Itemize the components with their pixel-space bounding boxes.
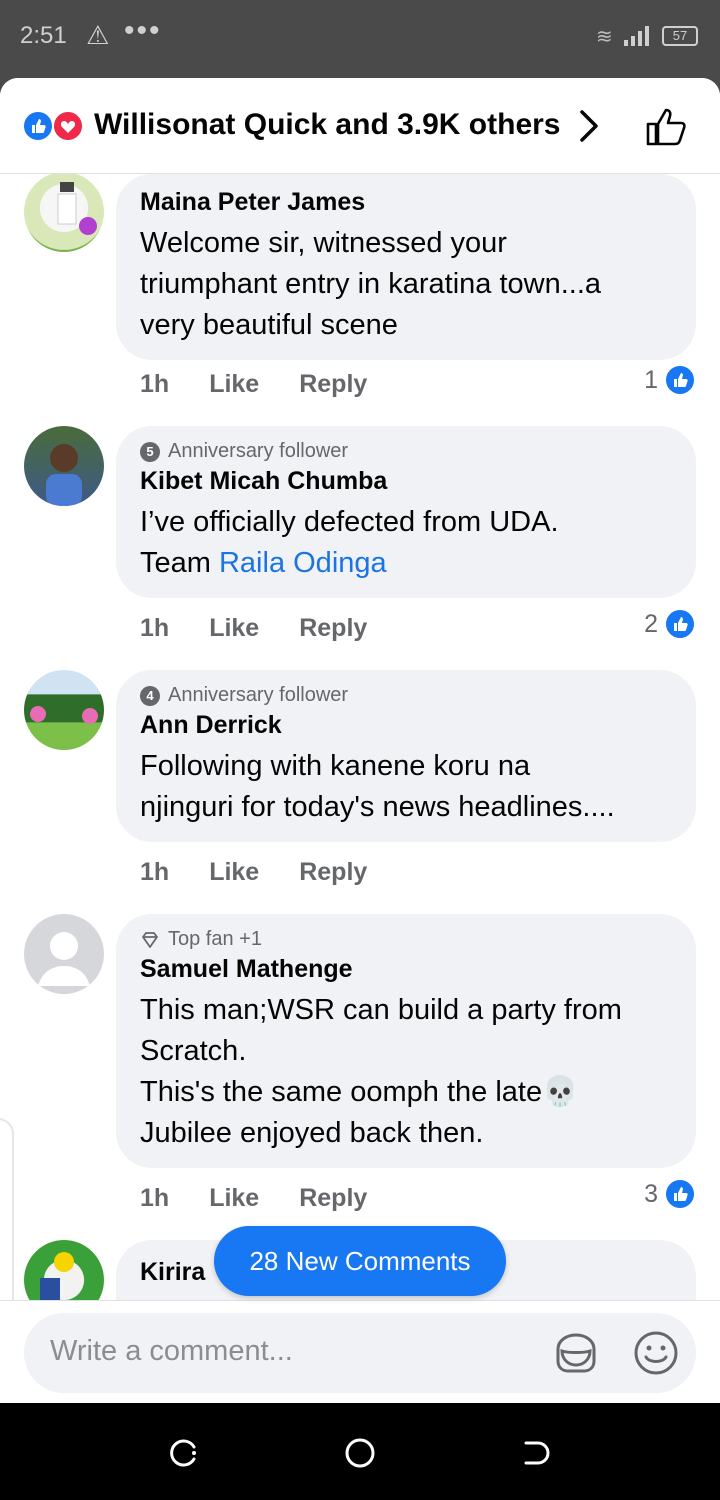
- comment-bubble[interactable]: 4 Anniversary follower Ann Derrick Follo…: [116, 670, 696, 842]
- comment-author[interactable]: Kibet Micah Chumba: [140, 467, 672, 496]
- reply-button[interactable]: Reply: [299, 858, 367, 887]
- comment-bubble[interactable]: 5 Anniversary follower Kibet Micah Chumb…: [116, 426, 696, 598]
- recent-apps-icon[interactable]: [168, 1437, 200, 1469]
- reply-button[interactable]: Reply: [299, 370, 367, 399]
- comment-text: Following with kanene koru na njinguri f…: [140, 750, 615, 823]
- avatar[interactable]: [24, 670, 104, 750]
- battery-icon: 57: [662, 26, 698, 46]
- comment-text: This man;WSR can build a party from Scra…: [140, 994, 622, 1149]
- comment-actions: 1h Like Reply: [140, 1184, 367, 1213]
- comment-likes[interactable]: 1: [644, 364, 696, 396]
- top-fan-badge: Top fan +1: [140, 928, 672, 951]
- comment-author[interactable]: Samuel Mathenge: [140, 955, 672, 984]
- diamond-icon: [142, 931, 158, 948]
- comments-sheet: Willisonat Quick and 3.9K others Maina P…: [0, 78, 720, 1403]
- reactions-header: Willisonat Quick and 3.9K others: [0, 78, 720, 174]
- comment-actions: 1h Like Reply: [140, 370, 367, 399]
- anniversary-badge-icon: 4: [140, 685, 160, 706]
- comment-bubble[interactable]: Top fan +1 Samuel Mathenge This man;WSR …: [116, 914, 696, 1168]
- like-count: 1: [644, 365, 658, 394]
- comment-text: I’ve officially defected from UDA. Team …: [140, 506, 559, 579]
- avatar[interactable]: [24, 426, 104, 506]
- like-reaction-icon: [664, 1178, 696, 1210]
- like-post-icon[interactable]: [644, 104, 690, 150]
- warning-icon: ⚠: [86, 20, 110, 50]
- comment-text: Welcome sir, witnessed your triumphant e…: [140, 227, 602, 341]
- like-count: 2: [644, 609, 658, 638]
- comment-actions: 1h Like Reply: [140, 614, 367, 643]
- like-reaction-icon: [664, 608, 696, 640]
- like-count: 3: [644, 1179, 658, 1208]
- comment-bubble[interactable]: Maina Peter James Welcome sir, witnessed…: [116, 174, 696, 360]
- love-reaction-icon: [52, 110, 84, 142]
- comment-likes[interactable]: 3: [644, 1178, 696, 1210]
- reply-button[interactable]: Reply: [299, 614, 367, 643]
- like-button[interactable]: Like: [209, 1184, 259, 1213]
- comment-time: 1h: [140, 370, 170, 398]
- anniversary-badge-icon: 5: [140, 441, 160, 462]
- comment-author[interactable]: Maina Peter James: [140, 188, 672, 217]
- status-time: 2:51: [20, 22, 67, 49]
- follower-badge: 4 Anniversary follower: [140, 684, 672, 707]
- comment-placeholder: Write a comment...: [50, 1335, 293, 1367]
- like-button[interactable]: Like: [209, 858, 259, 887]
- follower-badge: 5 Anniversary follower: [140, 440, 672, 463]
- status-bar: 2:51 ⚠ ••• ≋ 57: [0, 0, 720, 78]
- back-icon[interactable]: [520, 1437, 552, 1469]
- signal-icon: [624, 24, 654, 46]
- like-reaction-icon: [664, 364, 696, 396]
- chevron-right-icon[interactable]: [574, 106, 606, 146]
- comment-author[interactable]: Ann Derrick: [140, 711, 672, 740]
- mention-link[interactable]: Raila Odinga: [219, 547, 387, 579]
- system-navigation-bar: [0, 1403, 720, 1500]
- side-edge-panel[interactable]: [0, 1118, 14, 1328]
- comment-likes[interactable]: 2: [644, 608, 696, 640]
- like-button[interactable]: Like: [209, 370, 259, 399]
- comment-time: 1h: [140, 614, 170, 642]
- reply-button[interactable]: Reply: [299, 1184, 367, 1213]
- comment-time: 1h: [140, 858, 170, 886]
- reaction-icons[interactable]: [22, 110, 88, 142]
- wifi-icon: ≋: [596, 26, 613, 48]
- like-button[interactable]: Like: [209, 614, 259, 643]
- comment-input[interactable]: Write a comment...: [24, 1313, 696, 1393]
- avatar[interactable]: [24, 914, 104, 994]
- new-comments-button[interactable]: 28 New Comments: [214, 1226, 506, 1296]
- sticker-icon[interactable]: [552, 1329, 600, 1377]
- emoji-icon[interactable]: [632, 1329, 680, 1377]
- comment-actions: 1h Like Reply: [140, 858, 367, 887]
- comment-time: 1h: [140, 1184, 170, 1212]
- more-notifications-icon: •••: [124, 14, 162, 47]
- like-reaction-icon: [22, 110, 54, 142]
- home-icon[interactable]: [344, 1437, 376, 1469]
- avatar[interactable]: [24, 172, 104, 252]
- reactions-summary[interactable]: Willisonat Quick and 3.9K others: [94, 108, 561, 142]
- comment-composer: Write a comment...: [0, 1300, 720, 1403]
